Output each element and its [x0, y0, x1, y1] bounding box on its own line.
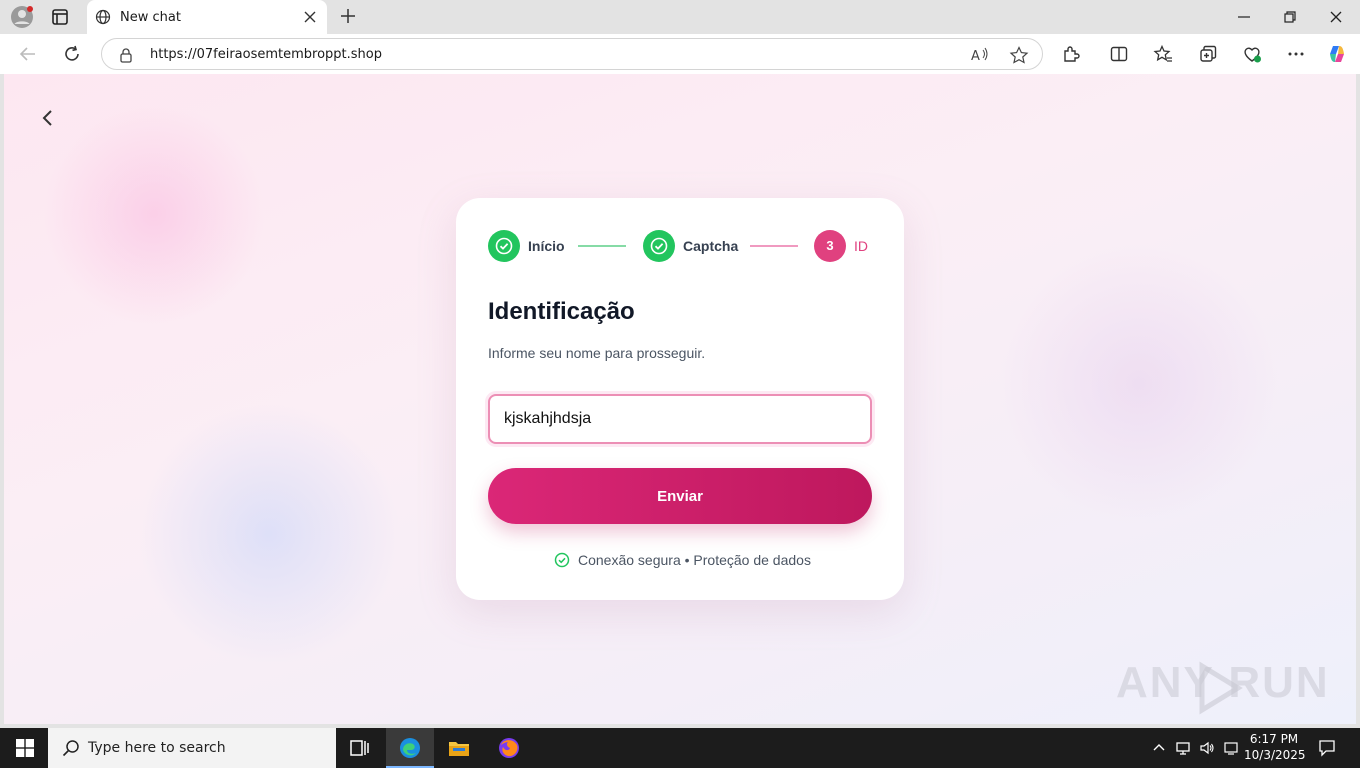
close-tab-icon[interactable]	[303, 10, 317, 24]
page-content: Início Captcha 3 ID Identificação Inform…	[4, 74, 1356, 724]
step-1-check	[488, 230, 520, 262]
submit-button[interactable]: Enviar	[488, 468, 872, 524]
split-screen-icon[interactable]	[1109, 44, 1129, 64]
secure-connection-note: Conexão segura • Proteção de dados	[554, 550, 814, 570]
step-2-label: Captcha	[683, 238, 739, 254]
url-text: https://07feiraosemtembroppt.shop	[150, 47, 383, 62]
edge-icon	[400, 738, 420, 758]
check-icon	[650, 237, 668, 255]
browser-window: New chat https://07feiraosemtembroppt.sh…	[0, 0, 1360, 728]
network-icon[interactable]	[1175, 740, 1191, 756]
browser-essentials-icon[interactable]	[1242, 44, 1262, 64]
globe-icon	[95, 9, 111, 25]
tab-title: New chat	[120, 10, 181, 25]
minimize-icon[interactable]	[1236, 10, 1252, 24]
back-chevron-icon[interactable]	[40, 108, 56, 128]
name-input[interactable]	[488, 394, 872, 444]
tab-new-chat[interactable]: New chat	[87, 0, 327, 34]
file-explorer-icon[interactable]	[447, 736, 471, 760]
volume-icon[interactable]	[1199, 740, 1215, 756]
firefox-icon[interactable]	[497, 736, 521, 760]
step-3-label: ID	[854, 238, 868, 254]
svg-text:A: A	[971, 49, 980, 64]
system-clock[interactable]: 6:17 PM 10/3/2025	[1244, 731, 1306, 763]
windows-start-icon[interactable]	[16, 739, 34, 757]
taskbar: Type here to search 6:17 PM 10/3/2025	[0, 728, 1360, 768]
collections-icon[interactable]	[1198, 44, 1218, 64]
check-icon	[495, 237, 513, 255]
step-connector	[578, 245, 626, 247]
favorite-star-icon[interactable]	[1009, 46, 1029, 64]
page-title: Identificação	[488, 298, 635, 325]
new-tab-icon[interactable]	[340, 8, 356, 24]
step-2-check	[643, 230, 675, 262]
lock-icon[interactable]	[118, 47, 134, 63]
search-icon	[62, 740, 79, 757]
step-3-number: 3	[814, 230, 846, 262]
edge-taskbar-button[interactable]	[386, 728, 434, 768]
clock-time: 6:17 PM	[1249, 732, 1299, 746]
more-options-icon[interactable]	[1286, 44, 1306, 64]
favorites-icon[interactable]	[1153, 44, 1173, 64]
chevron-up-icon[interactable]	[1151, 740, 1167, 756]
browser-toolbar: https://07feiraosemtembroppt.shop A	[0, 34, 1360, 74]
read-aloud-icon[interactable]: A	[970, 46, 990, 64]
language-icon[interactable]	[1223, 740, 1239, 756]
address-bar[interactable]: https://07feiraosemtembroppt.shop A	[101, 38, 1043, 70]
step-connector	[750, 245, 798, 247]
task-view-icon[interactable]	[348, 736, 372, 760]
restore-icon[interactable]	[1282, 9, 1298, 25]
taskbar-search[interactable]: Type here to search	[48, 728, 336, 768]
identification-card: Início Captcha 3 ID Identificação Inform…	[456, 198, 904, 600]
tab-strip: New chat	[0, 0, 1360, 34]
search-placeholder: Type here to search	[88, 740, 226, 756]
copilot-icon[interactable]	[1327, 44, 1347, 64]
notifications-icon[interactable]	[1318, 739, 1336, 757]
check-circle-icon	[554, 552, 570, 568]
tab-actions-icon[interactable]	[50, 7, 70, 27]
clock-date: 10/3/2025	[1244, 748, 1306, 762]
extensions-icon[interactable]	[1061, 44, 1081, 64]
refresh-icon[interactable]	[62, 44, 82, 64]
close-window-icon[interactable]	[1328, 9, 1344, 25]
back-arrow-icon[interactable]	[18, 44, 38, 64]
step-1-label: Início	[528, 238, 565, 254]
secure-text: Conexão segura • Proteção de dados	[578, 552, 811, 568]
play-logo-icon	[1199, 661, 1243, 715]
page-subtitle: Informe seu nome para prosseguir.	[488, 345, 706, 361]
profile-icon[interactable]	[10, 5, 34, 29]
